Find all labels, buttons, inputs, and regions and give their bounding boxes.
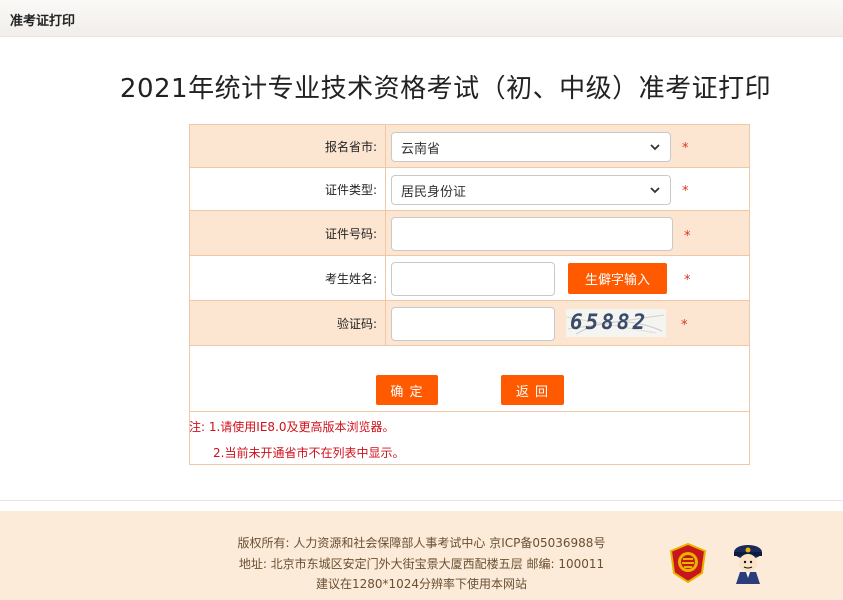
name-label: 考生姓名: xyxy=(190,256,386,300)
required-mark: * xyxy=(684,273,691,288)
note-1: 注: 1.请使用IE8.0及更高版本浏览器。 xyxy=(189,420,395,434)
top-bar-title: 准考证打印 xyxy=(10,14,76,29)
name-input[interactable] xyxy=(391,262,555,296)
captcha-label: 验证码: xyxy=(190,301,386,345)
province-select-value: 云南省 xyxy=(401,141,441,157)
footer: 版权所有: 人力资源和社会保障部人事考试中心 京ICP备05036988号 地址… xyxy=(0,511,843,600)
footer-resolution-hint: 建议在1280*1024分辨率下使用本网站 xyxy=(315,577,528,591)
footer-address: 地址: 北京市东城区安定门外大街宝景大厦西配楼五层 邮编: 100011 xyxy=(238,557,605,571)
confirm-button[interactable]: 确 定 xyxy=(376,375,438,405)
note-2: 2.当前未开通省市不在列表中显示。 xyxy=(213,446,405,460)
id-type-label: 证件类型: xyxy=(190,168,386,210)
captcha-input[interactable] xyxy=(391,307,555,341)
row-province: 报名省市: 云南省 * xyxy=(190,125,749,168)
police-mascot-icon[interactable] xyxy=(726,540,770,586)
id-number-label: 证件号码: xyxy=(190,211,386,255)
chevron-down-icon xyxy=(650,187,660,194)
row-id-type: 证件类型: 居民身份证 * xyxy=(190,168,749,211)
required-mark: * xyxy=(681,318,688,333)
province-select[interactable]: 云南省 xyxy=(391,132,671,162)
footer-copyright: 版权所有: 人力资源和社会保障部人事考试中心 京ICP备05036988号 xyxy=(237,536,606,550)
row-id-number: 证件号码: * xyxy=(190,211,749,256)
footer-divider xyxy=(0,500,843,501)
back-button[interactable]: 返 回 xyxy=(501,375,564,405)
row-name: 考生姓名: 生僻字输入 * xyxy=(190,256,749,301)
top-bar: 准考证打印 xyxy=(0,0,843,37)
required-mark: * xyxy=(684,229,691,244)
captcha-text: 65882 xyxy=(570,310,649,334)
admission-form: 报名省市: 云南省 * 证件类型: 居民身份证 * 证件号码: * 考生姓名: … xyxy=(189,124,750,465)
province-label: 报名省市: xyxy=(190,125,386,167)
id-type-select[interactable]: 居民身份证 xyxy=(391,175,671,205)
captcha-image[interactable]: 65882 xyxy=(566,309,666,337)
gongan-emblem-icon[interactable] xyxy=(669,543,707,583)
id-type-select-value: 居民身份证 xyxy=(401,184,467,200)
id-number-input[interactable] xyxy=(391,217,673,251)
required-mark: * xyxy=(682,141,689,156)
required-mark: * xyxy=(682,184,689,199)
page-title: 2021年统计专业技术资格考试（初、中级）准考证打印 xyxy=(119,74,772,104)
rare-char-input-button[interactable]: 生僻字输入 xyxy=(568,263,667,294)
row-actions: 确 定 返 回 xyxy=(190,346,749,412)
chevron-down-icon xyxy=(650,144,660,151)
